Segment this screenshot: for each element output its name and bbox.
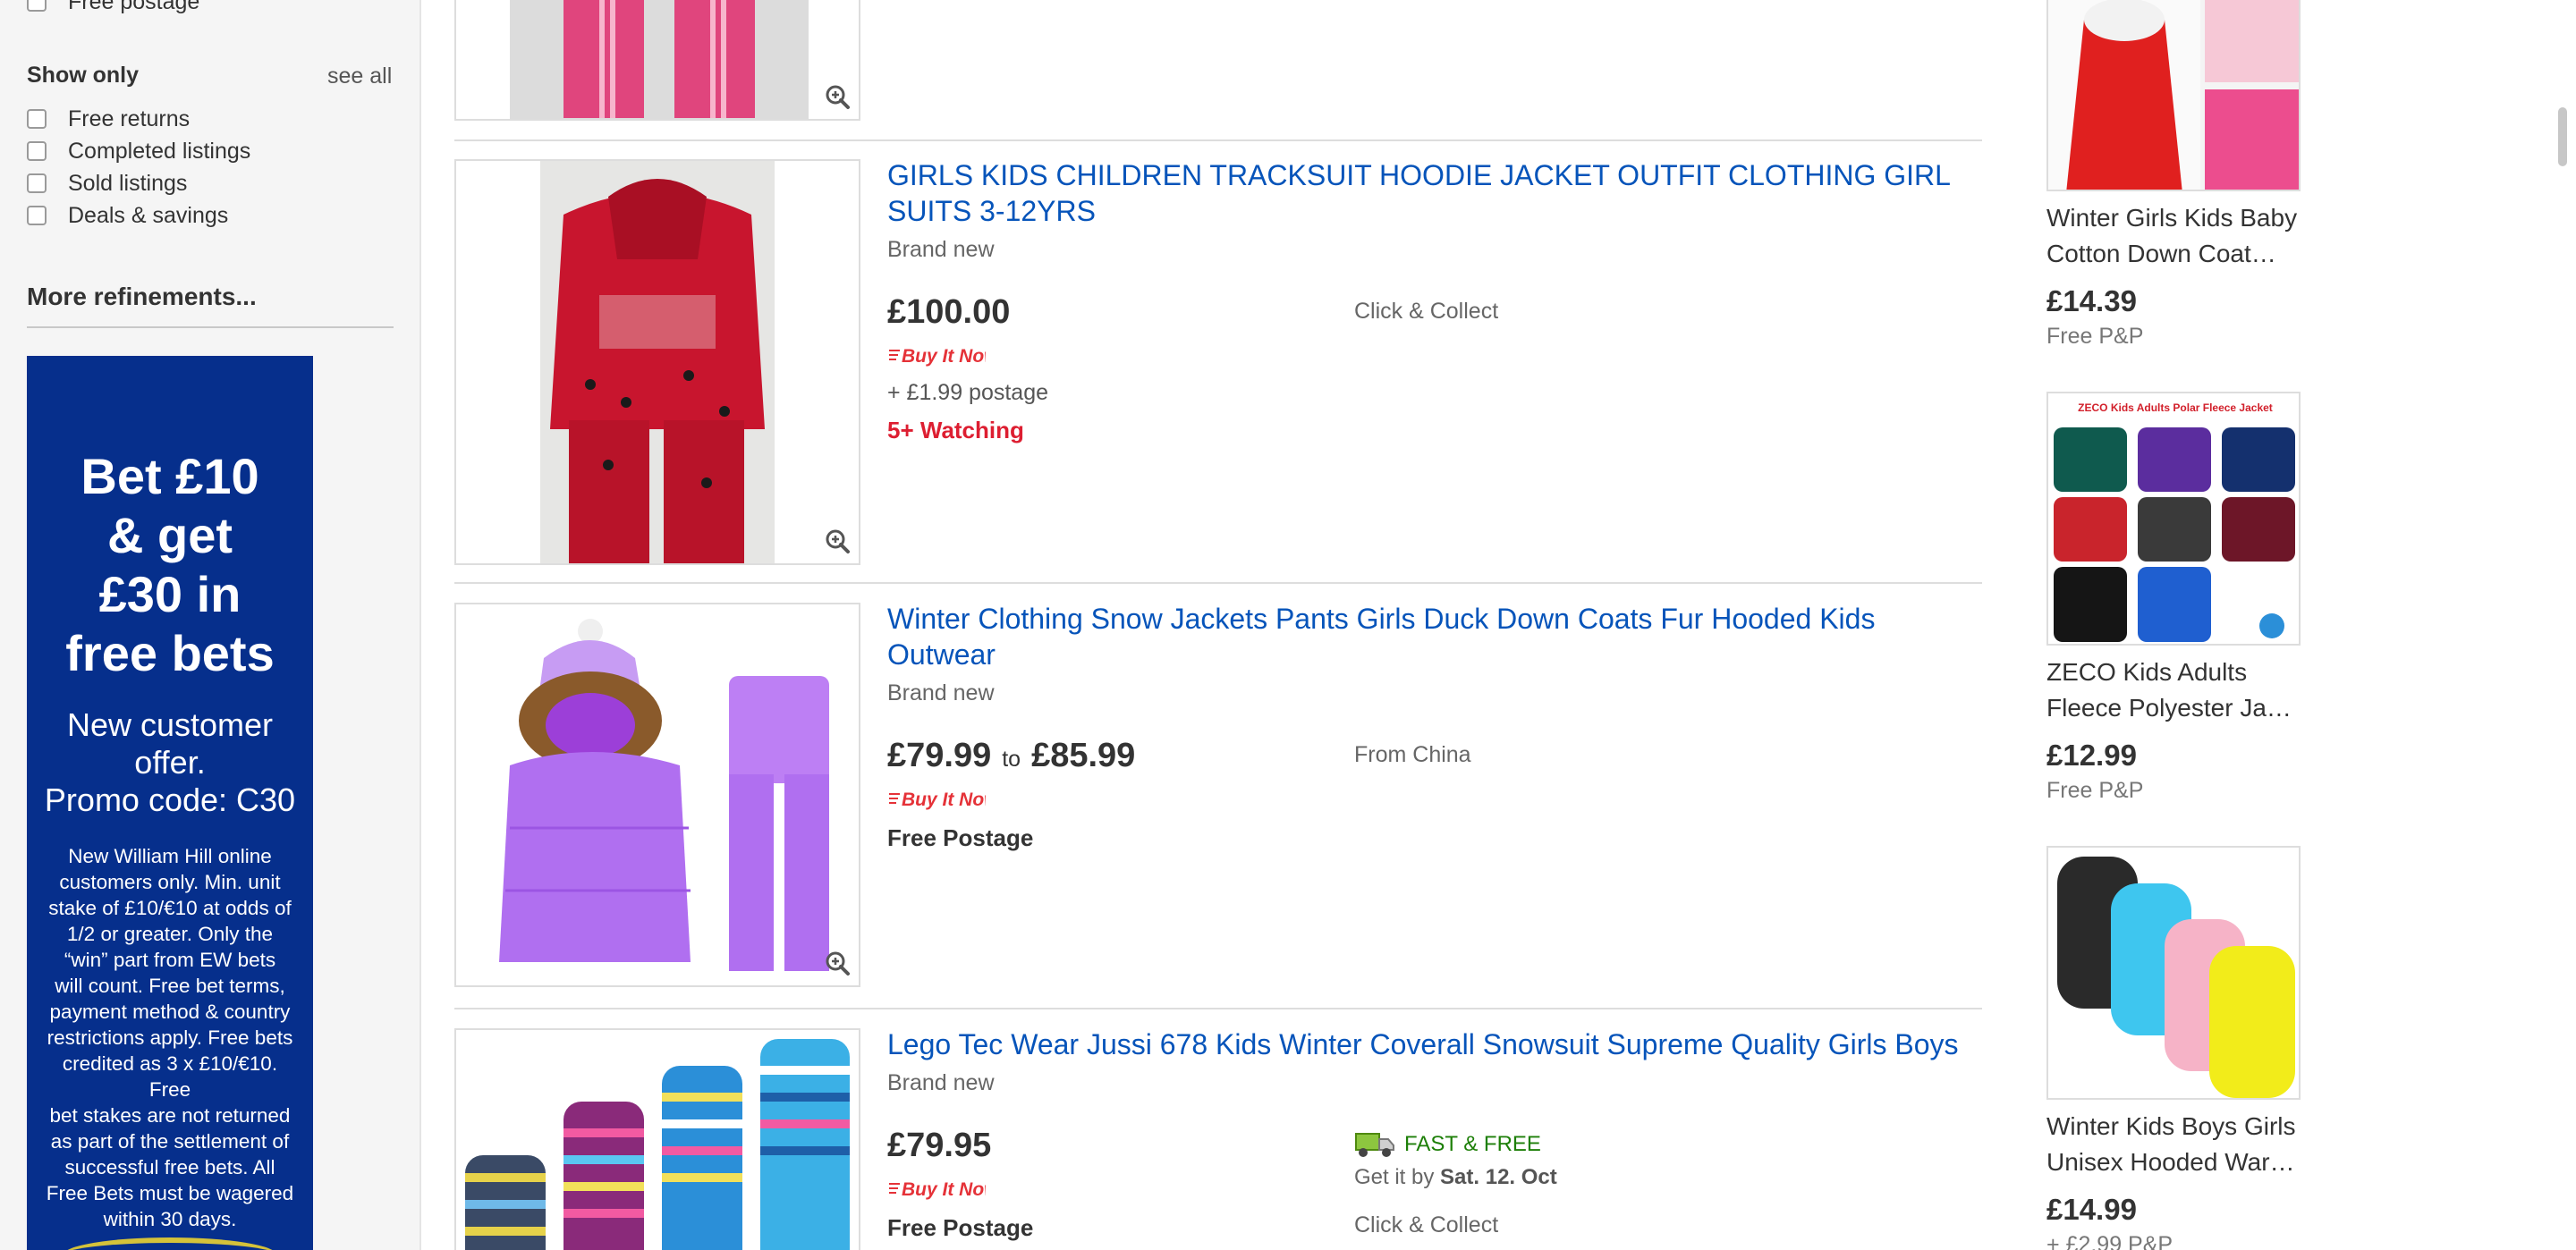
truck-icon bbox=[1355, 1133, 1394, 1157]
rail-item-shipping: + £2.99 P&P bbox=[2046, 1232, 2174, 1250]
rail-item-image[interactable] bbox=[2046, 846, 2301, 1100]
price-to-word: to bbox=[1002, 747, 1021, 772]
show-only-heading: Show only bbox=[27, 63, 139, 88]
buy-it-now-label: Buy It Now bbox=[902, 346, 986, 367]
filter-label: Completed listings bbox=[68, 138, 251, 164]
listing-condition: Brand new bbox=[887, 237, 995, 262]
rail-item-shipping: Free P&P bbox=[2046, 778, 2144, 803]
zoom-icon[interactable] bbox=[821, 526, 853, 558]
listing-price: £79.95 bbox=[887, 1127, 992, 1164]
fast-free-label: FAST & FREE bbox=[1404, 1132, 1541, 1156]
buy-it-now-icon: Buy It Now bbox=[889, 346, 986, 367]
listing-divider bbox=[454, 1008, 1982, 1009]
filter-label: Sold listings bbox=[68, 170, 188, 196]
checkbox[interactable] bbox=[27, 109, 47, 129]
advert-banner[interactable]: Bet £10 & get £30 in free bets New custo… bbox=[27, 356, 313, 1250]
listing-price: £100.00 bbox=[887, 293, 1011, 331]
more-refinements-link[interactable]: More refinements... bbox=[27, 283, 257, 311]
watching-count: 5+ Watching bbox=[887, 417, 1024, 443]
see-all-link[interactable]: see all bbox=[327, 63, 392, 89]
ad-offer: New customer offer. Promo code: C30 bbox=[44, 706, 296, 818]
ad-logo bbox=[63, 1237, 277, 1250]
zoom-icon[interactable] bbox=[821, 948, 853, 980]
filter-free-postage[interactable]: Free postage bbox=[27, 0, 199, 15]
rail-item-price: £14.39 bbox=[2046, 284, 2137, 317]
zoom-icon[interactable] bbox=[821, 81, 853, 114]
listing-image[interactable] bbox=[454, 603, 860, 987]
buy-it-now-icon: Buy It Now bbox=[889, 1179, 986, 1200]
listing-divider bbox=[454, 582, 1982, 584]
listing-title-link[interactable]: Lego Tec Wear Jussi 678 Kids Winter Cove… bbox=[887, 1026, 1961, 1062]
pink-tracksuit-image bbox=[510, 0, 809, 119]
listing-condition: Brand new bbox=[887, 680, 995, 705]
fast-free-badge: FAST & FREE bbox=[1354, 1130, 1541, 1159]
rail-item-shipping: Free P&P bbox=[2046, 324, 2144, 349]
page-scrollbar-thumb[interactable] bbox=[2558, 107, 2567, 166]
rail-item-price: £14.99 bbox=[2046, 1193, 2137, 1226]
buy-it-now-label: Buy It Now bbox=[902, 790, 986, 810]
click-collect: Click & Collect bbox=[1354, 299, 1499, 324]
listing-price-range: £79.99 to £85.99 bbox=[887, 737, 1135, 775]
filter-label: Free postage bbox=[68, 0, 200, 14]
click-collect: Click & Collect bbox=[1354, 1212, 1499, 1237]
ad-headline: Bet £10 & get £30 in free bets bbox=[65, 448, 275, 681]
listing-postage: Free Postage bbox=[887, 1214, 1034, 1241]
red-tracksuit-image bbox=[540, 161, 775, 563]
rail-item-title[interactable]: Winter Girls Kids Baby Cotton Down Coat… bbox=[2046, 200, 2315, 272]
filter-deals-savings[interactable]: Deals & savings bbox=[27, 202, 228, 229]
filter-label: Deals & savings bbox=[68, 202, 229, 228]
fleece-jackets-image: ZECO Kids Adults Polar Fleece Jacket bbox=[2048, 393, 2299, 644]
listing-divider bbox=[454, 139, 1982, 141]
striped-snowsuits-image bbox=[456, 1030, 859, 1250]
rail-item-price: £12.99 bbox=[2046, 739, 2137, 772]
filter-free-returns[interactable]: Free returns bbox=[27, 106, 190, 132]
checkbox[interactable] bbox=[27, 206, 47, 225]
listing-title-link[interactable]: Winter Clothing Snow Jackets Pants Girls… bbox=[887, 601, 1961, 672]
listing-postage: + £1.99 postage bbox=[887, 380, 1049, 405]
get-it-by-date: Sat. 12. Oct bbox=[1440, 1165, 1557, 1189]
puffer-jackets-image bbox=[2048, 848, 2299, 1098]
listing-postage: Free Postage bbox=[887, 824, 1034, 851]
red-coat-image bbox=[2048, 0, 2299, 190]
ad-terms: New William Hill online customers only. … bbox=[46, 845, 294, 1230]
listing-image[interactable] bbox=[454, 0, 860, 121]
item-origin: From China bbox=[1354, 742, 1471, 767]
listing-image[interactable] bbox=[454, 159, 860, 565]
price-from: £79.99 bbox=[887, 737, 992, 774]
listing-condition: Brand new bbox=[887, 1070, 995, 1095]
buy-it-now-icon: Buy It Now bbox=[889, 790, 986, 810]
rail-item-image[interactable] bbox=[2046, 0, 2301, 191]
checkbox[interactable] bbox=[27, 173, 47, 193]
filter-label: Free returns bbox=[68, 106, 191, 131]
buy-it-now-label: Buy It Now bbox=[902, 1179, 986, 1200]
listing-image[interactable] bbox=[454, 1028, 860, 1250]
checkbox[interactable] bbox=[27, 141, 47, 161]
refinement-sidebar: Free postage Show only see all Free retu… bbox=[0, 0, 421, 1250]
rail-item-image[interactable]: ZECO Kids Adults Polar Fleece Jacket bbox=[2046, 392, 2301, 646]
filter-sold-listings[interactable]: Sold listings bbox=[27, 170, 187, 197]
rail-item-title[interactable]: ZECO Kids Adults Fleece Polyester Ja… bbox=[2046, 655, 2315, 726]
get-it-by-prefix: Get it by bbox=[1354, 1165, 1435, 1189]
price-to: £85.99 bbox=[1031, 737, 1136, 774]
image-banner: ZECO Kids Adults Polar Fleece Jacket bbox=[2078, 401, 2273, 414]
purple-snowsuit-image bbox=[456, 604, 859, 985]
delivery-estimate: Get it by Sat. 12. Oct bbox=[1354, 1165, 1557, 1190]
filter-completed-listings[interactable]: Completed listings bbox=[27, 138, 250, 165]
checkbox[interactable] bbox=[27, 0, 47, 12]
sidebar-divider bbox=[27, 326, 394, 328]
listing-title-link[interactable]: GIRLS KIDS CHILDREN TRACKSUIT HOODIE JAC… bbox=[887, 157, 1961, 229]
rail-item-title[interactable]: Winter Kids Boys Girls Unisex Hooded War… bbox=[2046, 1109, 2315, 1180]
